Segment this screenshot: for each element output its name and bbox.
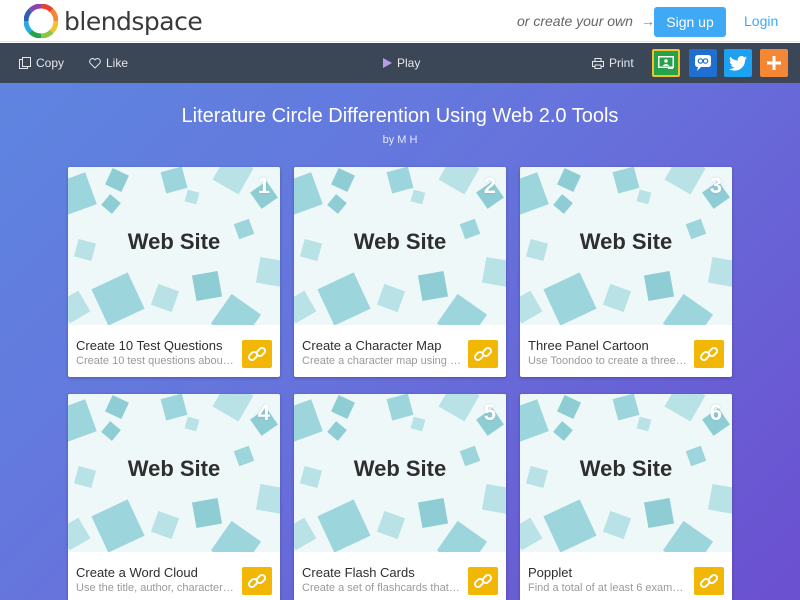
- lesson-toolbar: Copy Like Play Print: [0, 43, 800, 83]
- card-number: 3: [709, 173, 722, 198]
- link-badge[interactable]: [694, 340, 724, 368]
- lesson-main: Literature Circle Differention Using Web…: [0, 83, 800, 600]
- remind-icon: [695, 55, 711, 71]
- card-thumbnail: Web Site 3: [520, 167, 732, 325]
- card-number: 4: [257, 400, 270, 425]
- lesson-card[interactable]: Web Site 6 Popplet Find a total of at le…: [520, 394, 732, 600]
- like-button[interactable]: Like: [89, 43, 128, 83]
- play-icon: [383, 58, 392, 68]
- print-label: Print: [609, 56, 634, 70]
- thumbnail-label: Web Site: [353, 456, 447, 481]
- link-icon: [699, 572, 719, 590]
- card-number: 5: [483, 400, 496, 425]
- card-description: Use Toondoo to create a three p...: [528, 355, 688, 367]
- card-thumbnail: Web Site 4: [68, 394, 280, 552]
- card-description: Use the title, author, characters,...: [76, 582, 236, 594]
- link-badge[interactable]: [242, 567, 272, 595]
- link-icon: [699, 345, 719, 363]
- login-link[interactable]: Login: [744, 13, 778, 29]
- card-title: Create a Character Map: [302, 338, 442, 353]
- link-badge[interactable]: [694, 567, 724, 595]
- thumbnail-label: Web Site: [353, 229, 447, 254]
- card-title: Create 10 Test Questions: [76, 338, 223, 353]
- link-badge[interactable]: [468, 340, 498, 368]
- link-icon: [473, 345, 493, 363]
- card-title: Create a Word Cloud: [76, 565, 198, 580]
- lesson-card[interactable]: Web Site 4 Create a Word Cloud Use the t…: [68, 394, 280, 600]
- card-title: Popplet: [528, 565, 573, 580]
- copy-button[interactable]: Copy: [19, 43, 64, 83]
- print-button[interactable]: Print: [592, 43, 634, 83]
- link-badge[interactable]: [468, 567, 498, 595]
- plus-icon: [767, 56, 781, 70]
- twitter-icon: [729, 55, 747, 71]
- card-number: 2: [483, 173, 496, 198]
- play-label: Play: [397, 56, 421, 70]
- lesson-card[interactable]: Web Site 1 Create 10 Test Questions Crea…: [68, 167, 280, 377]
- card-thumbnail: Web Site 1: [68, 167, 280, 325]
- lesson-card[interactable]: Web Site 5 Create Flash Cards Create a s…: [294, 394, 506, 600]
- card-description: Create 10 test questions about ...: [76, 355, 236, 367]
- copy-label: Copy: [36, 56, 65, 70]
- card-description: Find a total of at least 6 exampl...: [528, 582, 688, 594]
- copy-icon: [19, 57, 31, 69]
- lesson-card[interactable]: Web Site 3 Three Panel Cartoon Use Toond…: [520, 167, 732, 377]
- more-share-button[interactable]: [760, 49, 788, 77]
- create-your-own-link[interactable]: or create your own →: [517, 13, 655, 29]
- create-your-own-label: or create your own: [517, 13, 633, 29]
- lesson-byline: by M H: [382, 134, 418, 146]
- blendspace-logo[interactable]: blendspace: [24, 4, 203, 38]
- play-button[interactable]: Play: [383, 43, 420, 83]
- link-icon: [247, 345, 267, 363]
- top-header: blendspace or create your own → Sign up …: [0, 0, 800, 42]
- lesson-title: Literature Circle Differention Using Web…: [181, 105, 619, 127]
- sign-up-button[interactable]: Sign up: [654, 7, 726, 37]
- card-description: Create a set of flashcards that c...: [302, 582, 462, 594]
- thumbnail-label: Web Site: [579, 229, 673, 254]
- card-thumbnail: Web Site 6: [520, 394, 732, 552]
- card-thumbnail: Web Site 5: [294, 394, 506, 552]
- link-icon: [247, 572, 267, 590]
- card-title: Create Flash Cards: [302, 565, 415, 580]
- lesson-card[interactable]: Web Site 2 Create a Character Map Create…: [294, 167, 506, 377]
- card-thumbnail: Web Site 2: [294, 167, 506, 325]
- card-number: 6: [709, 400, 722, 425]
- link-badge[interactable]: [242, 340, 272, 368]
- thumbnail-label: Web Site: [579, 456, 673, 481]
- thumbnail-label: Web Site: [127, 456, 221, 481]
- twitter-share-button[interactable]: [724, 49, 752, 77]
- remind-share-button[interactable]: [689, 49, 717, 77]
- logo-text: blendspace: [64, 6, 203, 36]
- card-description: Create a character map using ht...: [302, 355, 462, 367]
- link-icon: [473, 572, 493, 590]
- card-title: Three Panel Cartoon: [528, 338, 649, 353]
- like-label: Like: [106, 56, 129, 70]
- arrow-right-icon: →: [640, 13, 655, 29]
- card-number: 1: [257, 173, 270, 198]
- printer-icon: [592, 57, 604, 69]
- blendspace-logo-icon: [24, 4, 58, 38]
- google-classroom-share-button[interactable]: [652, 49, 680, 77]
- thumbnail-label: Web Site: [127, 229, 221, 254]
- google-classroom-icon: [658, 56, 674, 69]
- heart-icon: [89, 57, 101, 69]
